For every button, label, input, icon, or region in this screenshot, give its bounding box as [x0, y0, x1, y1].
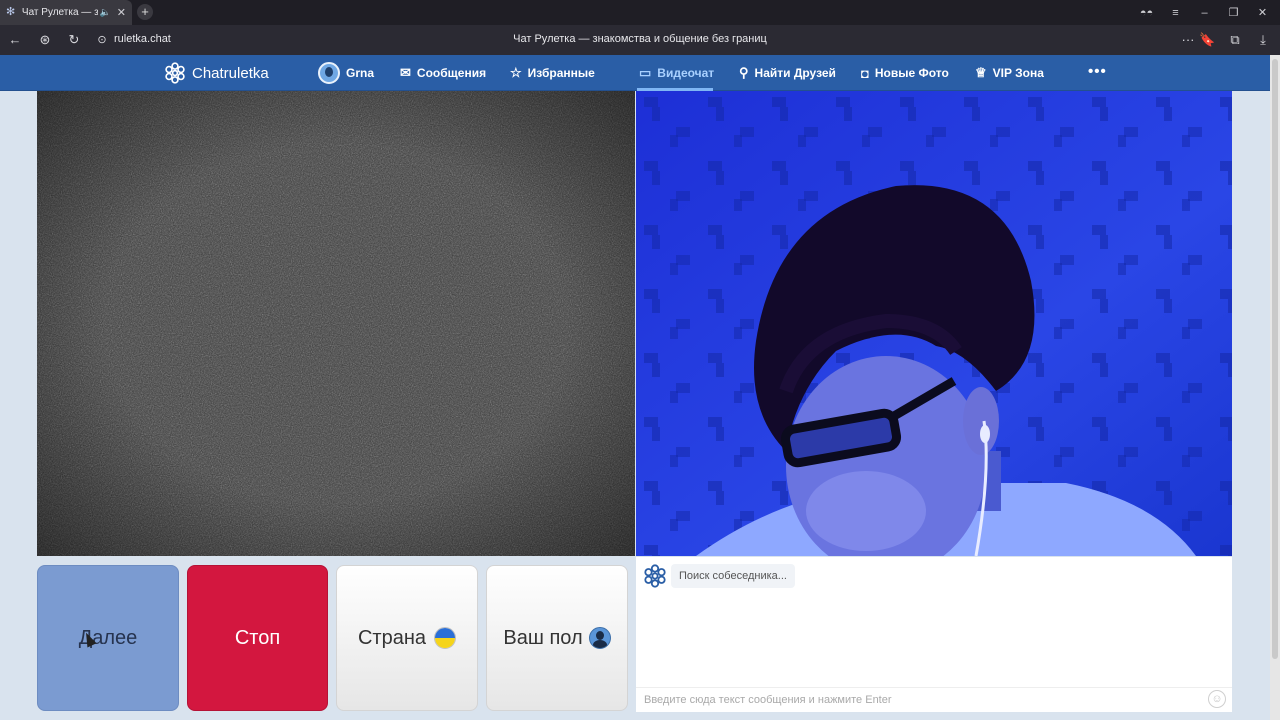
video-camera-icon: ▭ — [639, 65, 652, 80]
nav-find-friends[interactable]: ⚲ Найти Друзей — [739, 55, 836, 91]
window-controls: ◓◓ ≡ – ❐ ✕ — [1132, 0, 1277, 25]
extension-glasses-icon[interactable]: ◓◓ — [1132, 7, 1161, 19]
nav-vip[interactable]: ♕ VIP Зона — [975, 55, 1044, 91]
page-scrollbar[interactable] — [1270, 55, 1280, 720]
own-webcam-video — [636, 91, 1232, 556]
minimize-icon[interactable]: – — [1190, 7, 1219, 19]
webcam-person-image — [636, 91, 1232, 556]
nav-new-photos[interactable]: ◘ Новые Фото — [861, 55, 949, 91]
close-window-icon[interactable]: ✕ — [1248, 6, 1277, 19]
chat-status-message: Поиск собеседника... — [671, 564, 795, 588]
nav-vip-label: VIP Зона — [992, 66, 1044, 80]
user-avatar-icon — [588, 627, 611, 649]
nav-messages[interactable]: ✉ Сообщения — [400, 55, 486, 91]
chatruletka-logo-icon — [644, 564, 666, 588]
nav-favorites-label: Избранные — [527, 66, 595, 80]
brand-logo[interactable]: Chatruletka — [164, 55, 269, 91]
search-icon: ⚲ — [739, 65, 749, 80]
nav-find-friends-label: Найти Друзей — [754, 66, 836, 80]
site-favicon-icon: ✻ — [6, 6, 16, 18]
nav-favorites[interactable]: ☆ Избранные — [510, 55, 595, 91]
tab-title: Чат Рулетка — знак — [21, 7, 98, 18]
next-button[interactable]: Далее — [37, 565, 179, 711]
gender-button-label: Ваш пол — [503, 626, 583, 649]
bookmark-icon[interactable]: 🔖 — [1199, 32, 1215, 48]
country-button[interactable]: Страна — [336, 565, 478, 711]
extensions-icon[interactable]: ⧉ — [1227, 32, 1243, 48]
menu-icon[interactable]: ≡ — [1161, 7, 1190, 19]
nav-profile-label: Grna — [346, 66, 375, 80]
envelope-icon: ✉ — [400, 65, 411, 80]
stop-button-label: Стоп — [234, 626, 281, 649]
chat-message-input[interactable] — [636, 687, 1232, 712]
emoji-icon[interactable]: ☺ — [1208, 690, 1226, 708]
chatruletka-logo-icon — [165, 62, 185, 84]
camera-icon: ◘ — [861, 65, 869, 81]
site-nav: Chatruletka Grna ✉ Сообщения ☆ Избранные… — [0, 55, 1270, 91]
stop-button[interactable]: Стоп — [187, 565, 328, 711]
scrollbar-thumb[interactable] — [1272, 59, 1278, 659]
avatar-icon — [318, 62, 340, 84]
new-tab-button[interactable]: + — [137, 4, 153, 20]
download-icon[interactable]: ⤓ — [1255, 32, 1271, 48]
speaker-icon[interactable]: 🔈 — [100, 7, 111, 18]
star-icon: ☆ — [510, 65, 522, 80]
partner-video — [37, 91, 635, 556]
browser-tab-strip: ✻ Чат Рулетка — знак 🔈 ✕ + ◓◓ ≡ – ❐ ✕ — [0, 0, 1280, 25]
ukraine-flag-icon — [434, 627, 457, 649]
restore-icon[interactable]: ❐ — [1219, 6, 1248, 19]
nav-videochat-label: Видеочат — [657, 66, 715, 80]
nav-profile[interactable]: Grna — [318, 55, 374, 91]
crown-icon: ♕ — [975, 65, 987, 80]
address-bar: ← ⊛ ↻ ⊙ ruletka.chat Чат Рулетка — знако… — [0, 25, 1280, 55]
static-noise-image — [37, 91, 635, 556]
close-tab-icon[interactable]: ✕ — [117, 6, 126, 19]
more-menu-icon[interactable]: ••• — [1088, 63, 1107, 80]
more-icon[interactable]: ··· — [1180, 32, 1196, 48]
page-title: Чат Рулетка — знакомства и общение без г… — [513, 33, 767, 45]
country-button-label: Страна — [357, 626, 427, 649]
chat-panel: Поиск собеседника... ☺ — [636, 557, 1232, 712]
nav-new-photos-label: Новые Фото — [874, 66, 949, 80]
nav-videochat[interactable]: ▭ Видеочат — [639, 55, 714, 91]
brand-name: Chatruletka — [192, 64, 269, 82]
browser-tab[interactable]: ✻ Чат Рулетка — знак 🔈 ✕ — [0, 0, 132, 25]
gender-button[interactable]: Ваш пол — [486, 565, 628, 711]
nav-messages-label: Сообщения — [416, 66, 487, 80]
